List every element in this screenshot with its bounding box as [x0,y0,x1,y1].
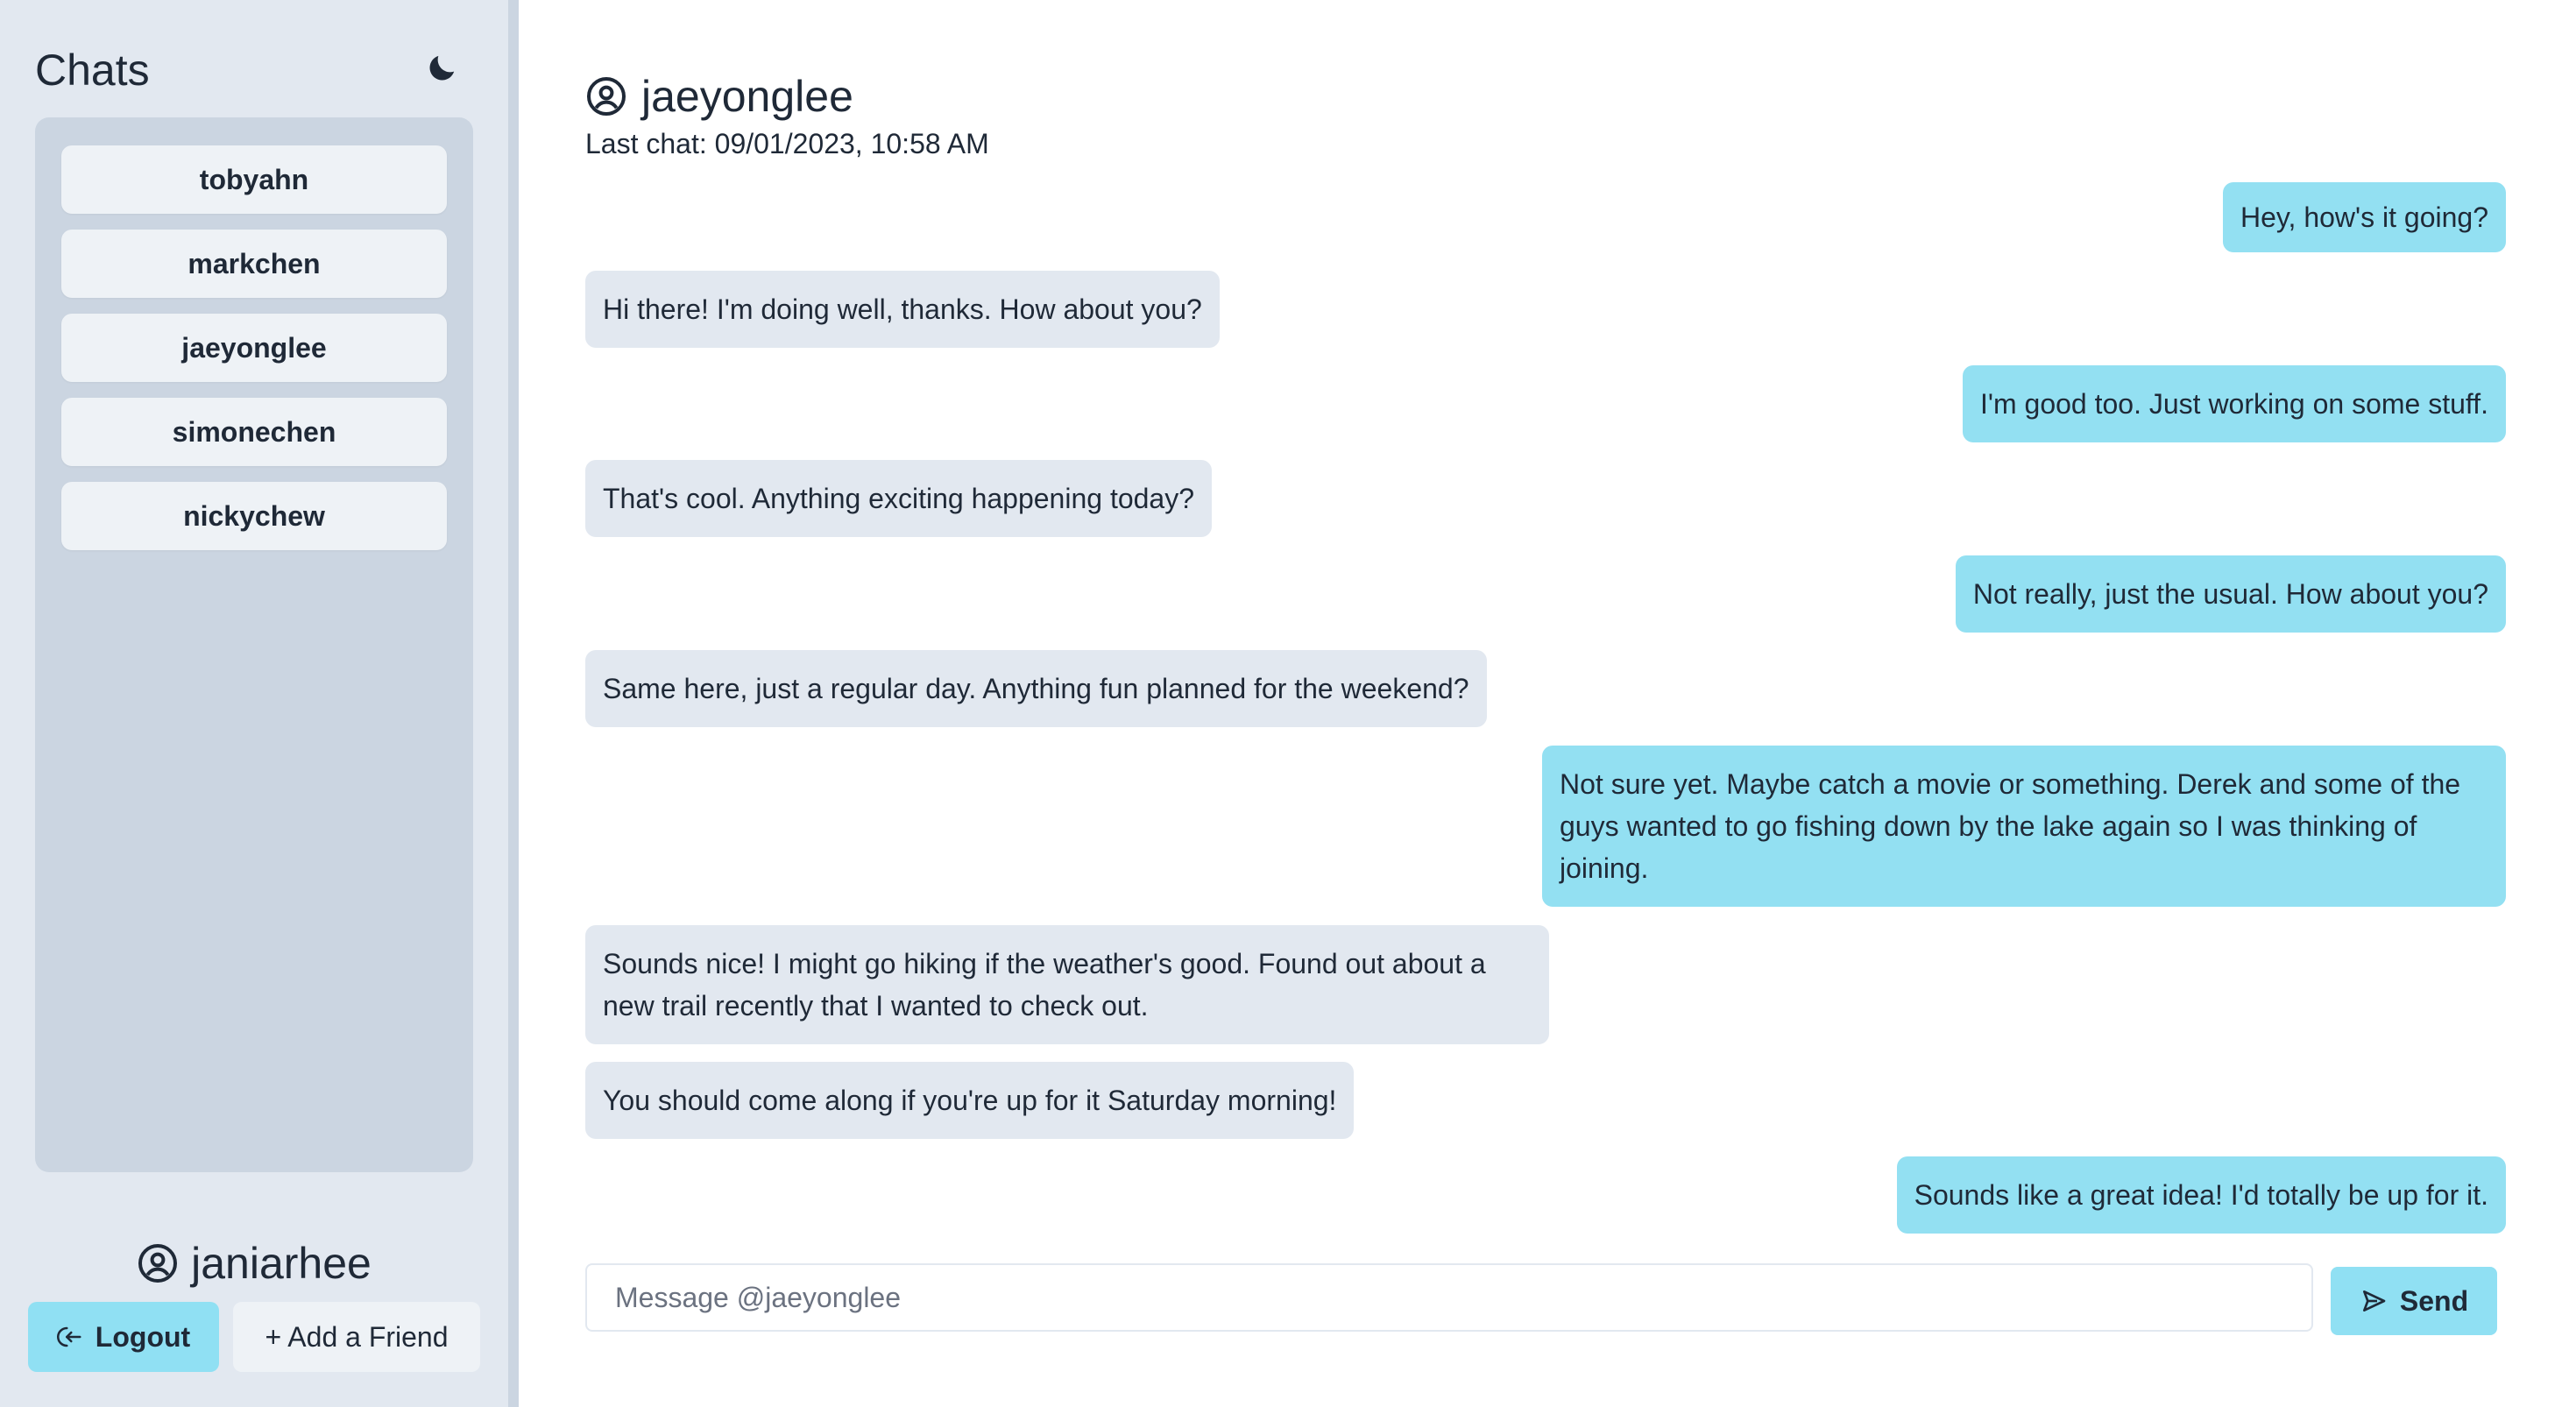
message-sent: I'm good too. Just working on some stuff… [1962,365,2506,442]
current-user-name: janiarhee [191,1239,372,1288]
logout-label: Logout [95,1320,191,1353]
send-label: Send [2399,1284,2469,1317]
last-chat-timestamp: Last chat: 09/01/2023, 10:58 AM [585,128,989,159]
message-sent: Hey, how's it going? [2223,182,2506,252]
message-input[interactable] [585,1263,2313,1332]
chat-item-simonechen[interactable]: simonechen [61,398,447,466]
theme-toggle-button[interactable] [419,46,464,91]
message-received: Hi there! I'm doing well, thanks. How ab… [585,271,1220,348]
chat-item-jaeyonglee[interactable]: jaeyonglee [61,314,447,382]
sidebar-divider [508,0,519,1407]
message-sent: Sounds like a great idea! I'd totally be… [1896,1156,2506,1234]
message-sent: Not really, just the usual. How about yo… [1955,555,2506,633]
logout-icon [56,1326,81,1347]
send-button[interactable]: Send [2331,1267,2497,1335]
message-received: That's cool. Anything exciting happening… [585,460,1213,537]
moon-icon [429,55,455,81]
sidebar-title: Chats [35,46,150,95]
message-received: Same here, just a regular day. Anything … [585,650,1487,727]
send-icon [2362,1290,2386,1312]
message-received: You should come along if you're up for i… [585,1062,1355,1139]
message-received: Sounds nice! I might go hiking if the we… [585,925,1549,1044]
chat-list: tobyahn markchen jaeyonglee simonechen n… [35,117,473,1172]
user-circle-icon [587,77,626,116]
user-circle-icon [138,1244,178,1283]
chat-item-markchen[interactable]: markchen [61,230,447,298]
chat-item-nickychew[interactable]: nickychew [61,482,447,550]
message-sent: Not sure yet. Maybe catch a movie or som… [1542,746,2506,907]
add-friend-button[interactable]: + Add a Friend [233,1302,480,1372]
sidebar: Chats tobyahn markchen jaeyonglee simone… [0,0,508,1407]
chat-item-tobyahn[interactable]: tobyahn [61,145,447,214]
chat-header: jaeyonglee [585,70,853,123]
contact-name: jaeyonglee [641,72,853,121]
logout-button[interactable]: Logout [28,1302,219,1372]
current-user: janiarhee [0,1235,508,1291]
